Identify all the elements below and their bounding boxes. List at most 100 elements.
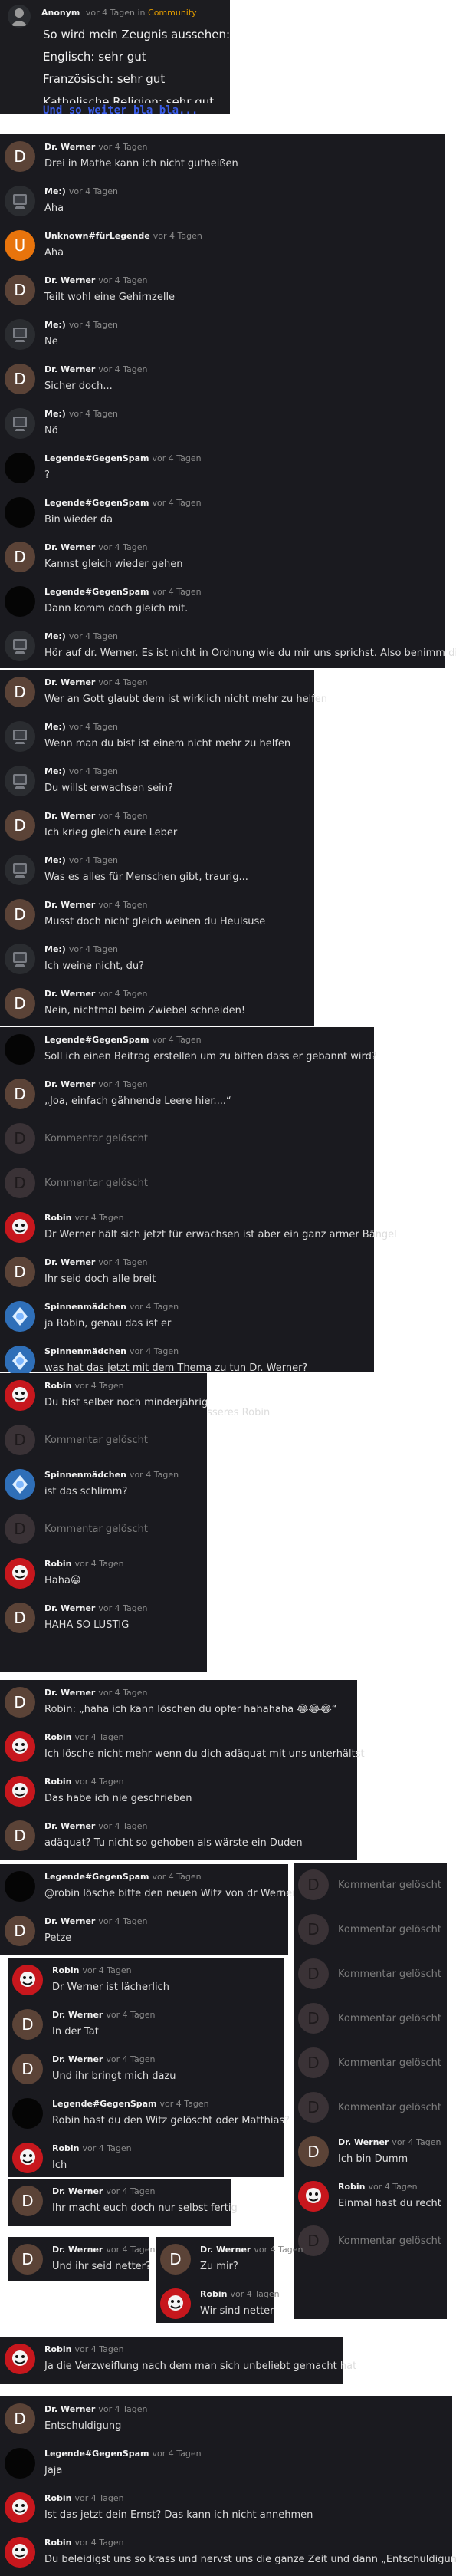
comment-author[interactable]: Dr. Werner [44,989,95,999]
dr-werner-avatar[interactable]: D [5,1916,35,1946]
comment-author[interactable]: Me:) [44,766,66,776]
comment-author[interactable]: Dr. Werner [52,2010,103,2020]
unknown-furlegende-avatar[interactable]: U [5,230,35,261]
dr-werner-avatar[interactable]: D [5,1820,35,1851]
legende-gegenspam-avatar[interactable] [5,1034,35,1065]
comment-author[interactable]: Dr. Werner [44,542,95,552]
comment-author[interactable]: Robin [44,1381,72,1391]
dr-werner-avatar[interactable]: D [5,1257,35,1287]
me-avatar[interactable] [5,855,35,885]
comment-author[interactable]: Robin [44,2493,72,2503]
comment-author[interactable]: Dr. Werner [44,1079,95,1089]
comment-author[interactable]: Robin [44,1732,72,1742]
robin-avatar[interactable] [5,1558,35,1589]
comment-author[interactable]: Robin [52,2143,80,2153]
me-avatar[interactable] [5,319,35,350]
robin-avatar[interactable] [12,2143,43,2173]
spinnenmadchen-avatar[interactable] [5,1346,35,1376]
comment-author[interactable]: Dr. Werner [44,677,95,687]
me-avatar[interactable] [5,944,35,974]
spinnenmadchen-avatar[interactable] [5,1301,35,1332]
dr-werner-avatar[interactable]: D [5,1687,35,1718]
dr-werner-avatar[interactable]: D [5,677,35,707]
robin-avatar[interactable] [5,2344,35,2374]
comment-author[interactable]: Robin [44,2538,72,2548]
dr-werner-avatar[interactable]: D [5,899,35,930]
comment-author[interactable]: Dr. Werner [200,2245,251,2255]
dr-werner-avatar[interactable]: D [160,2244,191,2275]
comment-author[interactable]: Legende#GegenSpam [44,1872,149,1882]
robin-avatar[interactable] [298,2181,329,2212]
comment-author[interactable]: Legende#GegenSpam [44,587,149,597]
comment-author[interactable]: Robin [44,1777,72,1787]
dr-werner-avatar[interactable]: D [5,1079,35,1109]
comment-author[interactable]: Legende#GegenSpam [44,1035,149,1045]
comment-author[interactable]: Me:) [44,944,66,954]
comment-author[interactable]: Legende#GegenSpam [44,498,149,508]
robin-avatar[interactable] [5,1776,35,1807]
me-avatar[interactable] [5,766,35,796]
comment-author[interactable]: Me:) [44,631,66,641]
robin-avatar[interactable] [5,1212,35,1243]
legende-gegenspam-avatar[interactable] [5,586,35,617]
dr-werner-avatar[interactable]: D [12,2054,43,2084]
comment-author[interactable]: Unknown#fürLegende [44,231,150,241]
legende-gegenspam-avatar[interactable] [5,453,35,483]
dr-werner-avatar[interactable]: D [5,2403,35,2434]
me-avatar[interactable] [5,631,35,661]
comment-author[interactable]: Dr. Werner [44,1257,95,1267]
spinnenmadchen-avatar[interactable] [5,1469,35,1500]
comment-author[interactable]: Dr. Werner [44,364,95,374]
anonymous-avatar[interactable] [8,5,31,28]
comment-author[interactable]: Dr. Werner [44,2404,95,2414]
comment-author[interactable]: Robin [52,1965,80,1975]
comment-author[interactable]: Robin [338,2182,366,2192]
dr-werner-avatar[interactable]: D [5,364,35,394]
me-avatar[interactable] [5,186,35,216]
legende-gegenspam-avatar[interactable] [5,497,35,528]
dr-werner-avatar[interactable]: D [12,2009,43,2040]
comment-author[interactable]: Robin [44,1559,72,1569]
comment-author[interactable]: Dr. Werner [44,142,95,152]
community-link[interactable]: Community [148,8,197,18]
comment-author[interactable]: Me:) [44,722,66,732]
comment-author[interactable]: Spinnenmädchen [44,1470,126,1480]
legende-gegenspam-avatar[interactable] [12,2098,43,2129]
comment-author[interactable]: Me:) [44,186,66,196]
robin-avatar[interactable] [5,2537,35,2568]
comment-author[interactable]: Dr. Werner [44,1603,95,1613]
dr-werner-avatar[interactable]: D [5,988,35,1019]
comment-author[interactable]: Me:) [44,855,66,865]
comment-author[interactable]: Dr. Werner [44,811,95,821]
robin-avatar[interactable] [12,1965,43,1995]
comment-author[interactable]: Robin [44,2344,72,2354]
comment-author[interactable]: Legende#GegenSpam [52,2099,157,2109]
comment-author[interactable]: Legende#GegenSpam [44,453,149,463]
comment-author[interactable]: Robin [44,1213,72,1223]
dr-werner-avatar[interactable]: D [5,542,35,572]
legende-gegenspam-avatar[interactable] [5,2448,35,2479]
comment-author[interactable]: Dr. Werner [52,2245,103,2255]
dr-werner-avatar[interactable]: D [12,2186,43,2216]
dr-werner-avatar[interactable]: D [5,275,35,305]
legende-gegenspam-avatar[interactable] [5,1871,35,1902]
comment-author[interactable]: Dr. Werner [52,2186,103,2196]
comment-author[interactable]: Dr. Werner [338,2137,389,2147]
intro-author[interactable]: Anonym [41,8,80,18]
dr-werner-avatar[interactable]: D [5,810,35,841]
dr-werner-avatar[interactable]: D [298,2136,329,2167]
comment-author[interactable]: Robin [200,2289,228,2299]
comment-author[interactable]: Dr. Werner [44,1821,95,1831]
dr-werner-avatar[interactable]: D [5,1603,35,1633]
robin-avatar[interactable] [5,1380,35,1411]
me-avatar[interactable] [5,721,35,752]
comment-author[interactable]: Dr. Werner [44,900,95,910]
robin-avatar[interactable] [5,1731,35,1762]
comment-author[interactable]: Dr. Werner [44,275,95,285]
dr-werner-avatar[interactable]: D [12,2244,43,2275]
me-avatar[interactable] [5,408,35,439]
robin-avatar[interactable] [160,2288,191,2319]
comment-author[interactable]: Dr. Werner [44,1916,95,1926]
comment-author[interactable]: Dr. Werner [44,1688,95,1698]
comment-author[interactable]: Legende#GegenSpam [44,2449,149,2459]
